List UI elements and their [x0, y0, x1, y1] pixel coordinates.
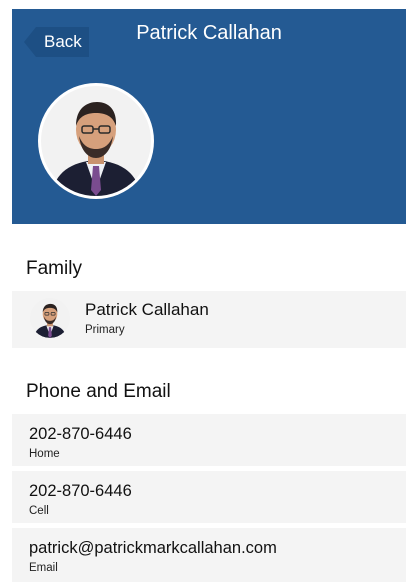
family-section-title: Family [26, 258, 82, 279]
phone-cell-row[interactable]: 202-870-6446 Cell [12, 471, 406, 523]
email-row[interactable]: patrick@patrickmarkcallahan.com Email [12, 528, 406, 582]
profile-avatar [38, 83, 154, 199]
member-role: Primary [85, 324, 125, 336]
phone-home-row[interactable]: 202-870-6446 Home [12, 414, 406, 466]
person-photo-icon [30, 298, 70, 338]
phone-cell-value: 202-870-6446 [29, 482, 132, 500]
email-value: patrick@patrickmarkcallahan.com [29, 539, 277, 557]
member-avatar [30, 298, 70, 338]
phone-home-label: Home [29, 448, 60, 460]
profile-header: Back Patrick Callahan [12, 9, 406, 224]
email-label: Email [29, 562, 58, 574]
family-member-row[interactable]: Patrick Callahan Primary [12, 291, 406, 348]
contact-section-title: Phone and Email [26, 381, 171, 402]
person-photo-icon [41, 86, 151, 196]
contact-detail-screen: Back Patrick Callahan Family Patrick Cal… [0, 0, 406, 582]
page-title: Patrick Callahan [136, 22, 282, 44]
phone-home-value: 202-870-6446 [29, 425, 132, 443]
phone-cell-label: Cell [29, 505, 49, 517]
member-name: Patrick Callahan [85, 300, 209, 319]
